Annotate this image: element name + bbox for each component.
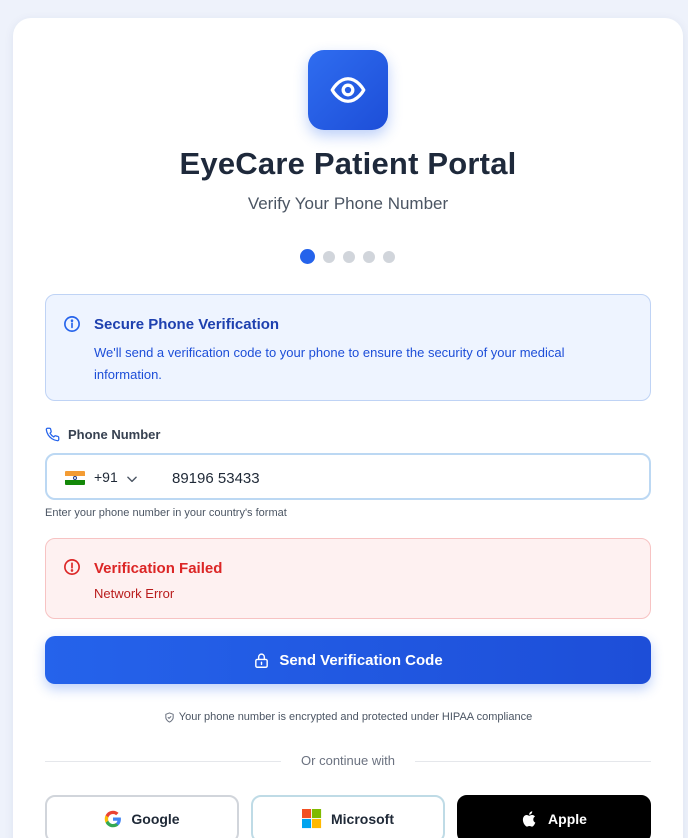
progress-step-3 xyxy=(343,250,355,263)
progress-steps xyxy=(300,249,395,264)
apple-sign-in-button[interactable]: Apple xyxy=(457,795,651,838)
phone-input[interactable] xyxy=(172,467,592,489)
phone-helper-text: Enter your phone number in your country'… xyxy=(45,507,287,519)
phone-label: Phone Number xyxy=(68,427,161,442)
error-message: Network Error xyxy=(94,586,175,601)
send-button-label: Send Verification Code xyxy=(279,651,443,669)
error-alert: Verification Failed Network Error xyxy=(45,538,651,619)
country-code[interactable]: +91 xyxy=(94,469,118,485)
microsoft-sign-in-button[interactable]: Microsoft xyxy=(251,795,445,838)
microsoft-icon xyxy=(302,809,322,829)
phone-label-row: Phone Number xyxy=(45,427,160,442)
info-icon xyxy=(64,316,80,332)
shield-icon xyxy=(165,711,174,723)
alert-circle-icon xyxy=(64,559,80,575)
google-sign-in-button[interactable]: Google xyxy=(45,795,239,838)
india-flag-icon[interactable] xyxy=(65,471,85,485)
divider-text: Or continue with xyxy=(301,753,395,768)
eye-icon xyxy=(330,77,366,103)
error-title: Verification Failed xyxy=(94,560,223,577)
google-icon xyxy=(105,810,122,828)
verification-card: EyeCare Patient Portal Verify Your Phone… xyxy=(13,18,683,838)
microsoft-label: Microsoft xyxy=(331,811,394,827)
info-callout: Secure Phone Verification We'll send a v… xyxy=(45,294,651,401)
apple-icon xyxy=(522,811,536,827)
lock-icon xyxy=(255,652,269,668)
progress-step-5 xyxy=(383,250,395,263)
security-note: Your phone number is encrypted and prote… xyxy=(13,711,683,723)
progress-step-4 xyxy=(363,250,375,263)
page-title: EyeCare Patient Portal xyxy=(179,146,517,181)
phone-field: +91 xyxy=(45,453,651,500)
info-text: We'll send a verification code to your p… xyxy=(94,345,565,382)
chevron-down-icon[interactable] xyxy=(125,472,139,486)
google-label: Google xyxy=(131,811,180,827)
progress-step-1 xyxy=(300,249,315,264)
app-logo xyxy=(308,50,388,130)
phone-icon xyxy=(45,427,60,442)
page-subtitle: Verify Your Phone Number xyxy=(247,194,449,213)
progress-step-2 xyxy=(323,250,335,263)
send-verification-code-button[interactable]: Send Verification Code xyxy=(45,636,651,684)
apple-label: Apple xyxy=(548,811,587,827)
security-note-text: Your phone number is encrypted and prote… xyxy=(178,711,533,723)
info-title: Secure Phone Verification xyxy=(94,316,280,333)
